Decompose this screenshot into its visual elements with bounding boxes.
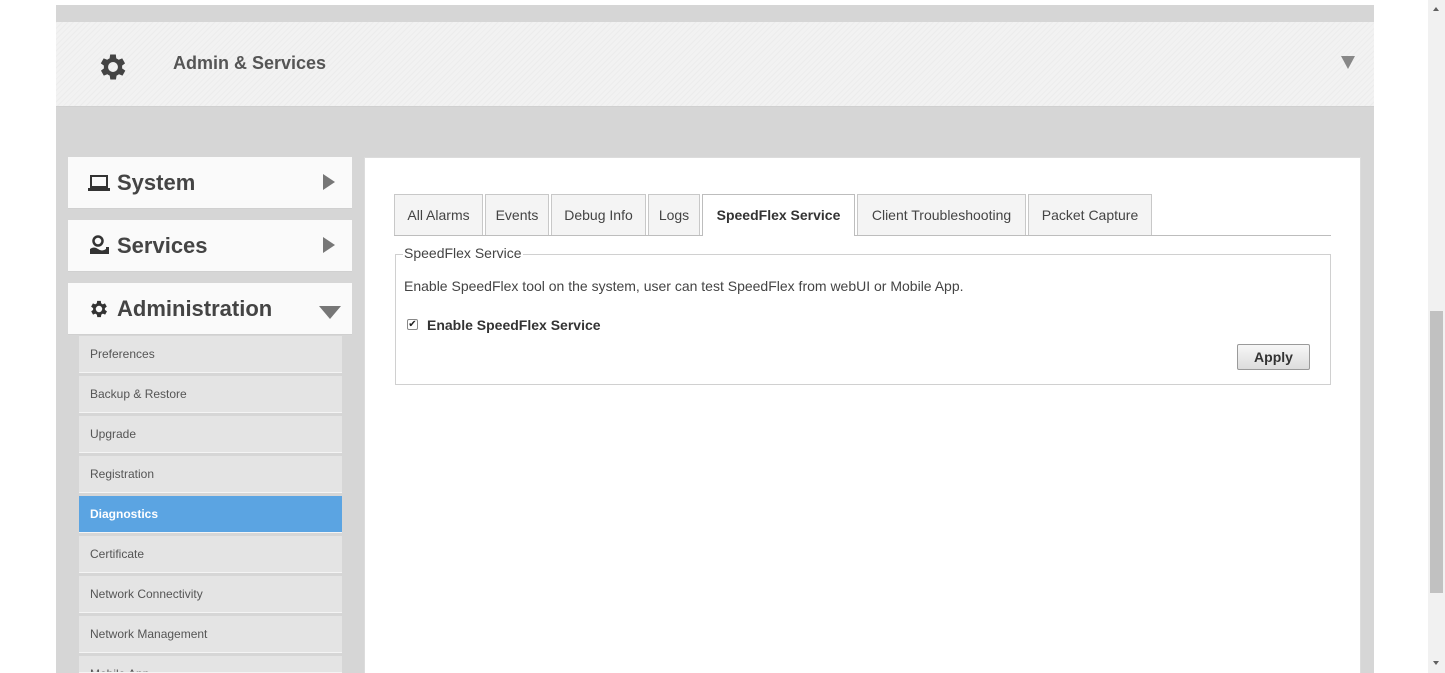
enable-speedflex-label[interactable]: Enable SpeedFlex Service <box>427 317 601 333</box>
services-icon <box>90 235 109 254</box>
sidebar-section-label: System <box>117 170 196 195</box>
tab-debug-info[interactable]: Debug Info <box>551 194 646 235</box>
speedflex-description: Enable SpeedFlex tool on the system, use… <box>404 278 964 294</box>
apply-button[interactable]: Apply <box>1237 344 1310 370</box>
sidebar-section-services[interactable]: Services <box>68 220 352 272</box>
laptop-icon <box>88 175 110 191</box>
page-title: Admin & Services <box>173 53 327 73</box>
sidebar-item-certificate[interactable]: Certificate <box>79 536 342 573</box>
sidebar-section-system[interactable]: System <box>68 157 352 209</box>
gear-icon <box>91 300 107 318</box>
enable-speedflex-checkbox[interactable]: ✔ <box>407 319 418 330</box>
sidebar-section-label: Services <box>117 233 208 258</box>
tab-events[interactable]: Events <box>485 194 549 235</box>
sidebar-item-network-connectivity[interactable]: Network Connectivity <box>79 576 342 613</box>
chevron-right-icon <box>323 237 335 253</box>
scrollbar-thumb[interactable] <box>1430 311 1443 593</box>
sidebar-item-upgrade[interactable]: Upgrade <box>79 416 342 453</box>
scroll-up-arrow-icon[interactable] <box>1433 7 1439 11</box>
chevron-down-icon <box>319 306 341 319</box>
sidebar-section-administration[interactable]: Administration <box>68 283 352 335</box>
tab-logs[interactable]: Logs <box>648 194 700 235</box>
sidebar-item-registration[interactable]: Registration <box>79 456 342 493</box>
gear-icon <box>100 54 126 80</box>
tab-packet-capture[interactable]: Packet Capture <box>1028 194 1152 235</box>
chevron-right-icon <box>323 174 335 190</box>
tab-client-troubleshooting[interactable]: Client Troubleshooting <box>857 194 1026 235</box>
sidebar-section-label: Administration <box>117 296 273 321</box>
sidebar-item-preferences[interactable]: Preferences <box>79 336 342 373</box>
sidebar-item-backup-restore[interactable]: Backup & Restore <box>79 376 342 413</box>
scroll-down-arrow-icon[interactable] <box>1433 661 1439 665</box>
fieldset-legend: SpeedFlex Service <box>403 245 523 261</box>
chevron-down-icon[interactable] <box>1341 56 1355 69</box>
tabs-divider <box>394 235 1331 236</box>
tab-all-alarms[interactable]: All Alarms <box>394 194 483 235</box>
sidebar-item-mobile-app[interactable]: Mobile App <box>79 656 342 673</box>
sidebar-item-network-management[interactable]: Network Management <box>79 616 342 653</box>
sidebar-item-diagnostics[interactable]: Diagnostics <box>79 496 342 533</box>
tab-speedflex-service[interactable]: SpeedFlex Service <box>702 194 855 236</box>
